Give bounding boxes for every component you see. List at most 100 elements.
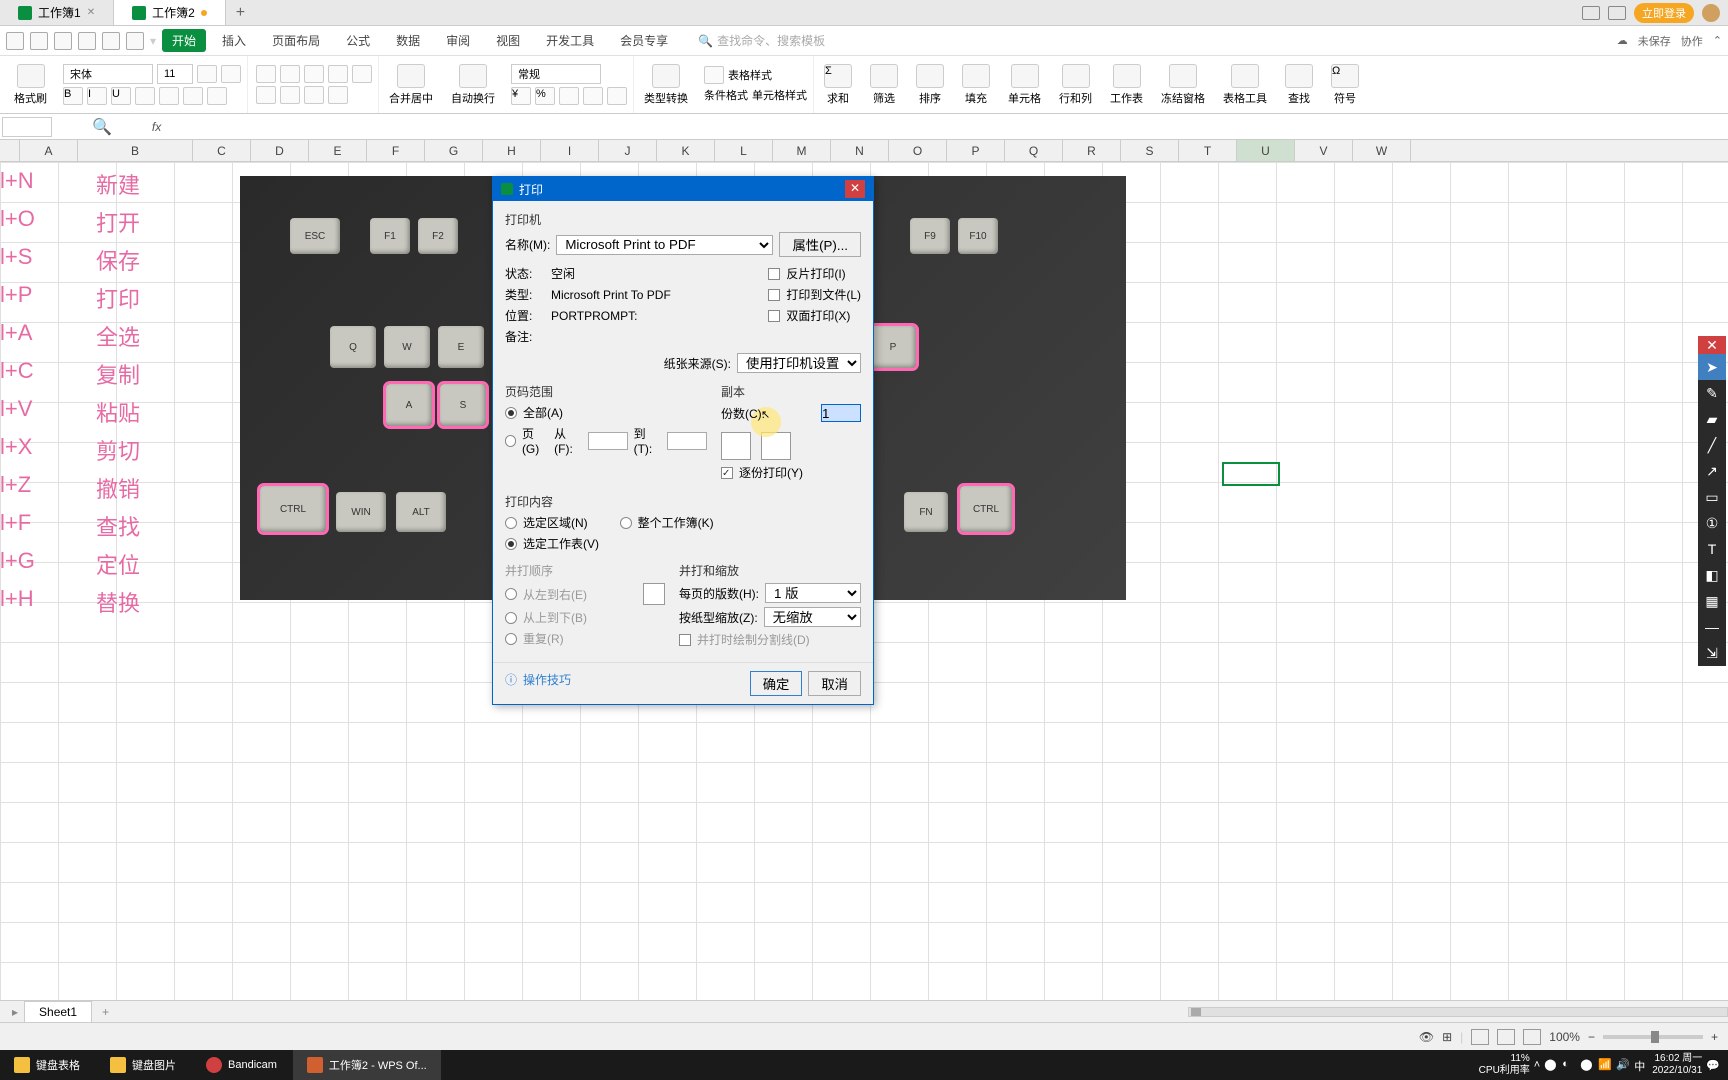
dec-inc-icon[interactable] — [583, 87, 603, 105]
col-L[interactable]: L — [715, 140, 773, 161]
number-icon[interactable]: ① — [1698, 510, 1726, 536]
h-scrollbar[interactable] — [1188, 1007, 1728, 1017]
cell-B11[interactable]: 定位 — [96, 548, 140, 580]
doc-tab-1[interactable]: 工作簿1✕ — [0, 0, 114, 25]
pen-icon[interactable]: ✎ — [1698, 380, 1726, 406]
rect-icon[interactable]: ▭ — [1698, 484, 1726, 510]
col-V[interactable]: V — [1295, 140, 1353, 161]
tab-insert[interactable]: 插入 — [212, 29, 256, 52]
from-input[interactable] — [588, 432, 628, 450]
dialog-titlebar[interactable]: 打印 ✕ — [493, 177, 873, 201]
cell-A7[interactable]: l+V — [0, 396, 32, 422]
source-select[interactable]: 使用打印机设置 — [737, 353, 861, 373]
merge-button[interactable]: 合并居中 — [381, 64, 441, 106]
cell-B5[interactable]: 全选 — [96, 320, 140, 352]
properties-button[interactable]: 属性(P)... — [779, 232, 861, 257]
col-N[interactable]: N — [831, 140, 889, 161]
grid-icon[interactable]: ⊞ — [1442, 1030, 1452, 1044]
fill-button[interactable]: 填充 — [954, 64, 998, 106]
find-button[interactable]: 查找 — [1277, 64, 1321, 106]
tray-icon[interactable]: ⬤ — [1580, 1058, 1594, 1072]
redo-icon[interactable] — [126, 32, 144, 50]
task-item-2[interactable]: 键盘图片 — [96, 1050, 190, 1080]
grid-icon[interactable] — [1608, 6, 1626, 20]
col-B[interactable]: B — [78, 140, 193, 161]
wrap-button[interactable]: 自动换行 — [443, 64, 503, 106]
zoom-in-icon[interactable]: + — [1711, 1030, 1718, 1044]
cell-B9[interactable]: 撤销 — [96, 472, 140, 504]
cell-B3[interactable]: 保存 — [96, 244, 140, 276]
col-J[interactable]: J — [599, 140, 657, 161]
col-F[interactable]: F — [367, 140, 425, 161]
info-icon[interactable]: ⓘ — [505, 671, 517, 696]
col-Q[interactable]: Q — [1005, 140, 1063, 161]
cell-A9[interactable]: l+Z — [0, 472, 31, 498]
perpage-select[interactable]: 1 版 — [765, 583, 861, 603]
avatar[interactable] — [1702, 4, 1720, 22]
whole-radio[interactable] — [620, 517, 632, 529]
cell-B10[interactable]: 查找 — [96, 510, 140, 542]
pointer-icon[interactable]: ➤ — [1698, 354, 1726, 380]
cell-A3[interactable]: l+S — [0, 244, 32, 270]
cloud-icon[interactable]: ☁ — [1617, 34, 1628, 47]
col-P[interactable]: P — [947, 140, 1005, 161]
align-center-icon[interactable] — [280, 86, 300, 104]
comma-icon[interactable] — [559, 87, 579, 105]
tips-link[interactable]: 操作技巧 — [523, 671, 571, 696]
sheet-nav-icon[interactable]: ▸ — [6, 1005, 24, 1019]
clock[interactable]: 16:02 周一 2022/10/31 — [1652, 1053, 1702, 1077]
align-mid-icon[interactable] — [280, 65, 300, 83]
sel-radio[interactable] — [505, 517, 517, 529]
font-color-icon[interactable] — [183, 87, 203, 105]
cell-B8[interactable]: 剪切 — [96, 434, 140, 466]
close-icon[interactable]: ✕ — [87, 7, 95, 18]
tray-up-icon[interactable]: ˄ — [1534, 1059, 1540, 1071]
cell-B4[interactable]: 打印 — [96, 282, 140, 314]
page-radio[interactable] — [505, 435, 516, 447]
close-icon[interactable]: ✕ — [845, 180, 865, 198]
name-box[interactable] — [2, 117, 52, 137]
tray-icon[interactable]: ◐ — [1562, 1058, 1576, 1072]
cpu-widget[interactable]: 11%CPU利用率 — [1479, 1053, 1530, 1077]
tofile-checkbox[interactable] — [768, 289, 780, 301]
cell-A10[interactable]: l+F — [0, 510, 31, 536]
panel-icon[interactable] — [1582, 6, 1600, 20]
cell-A6[interactable]: l+C — [0, 358, 34, 384]
doc-tab-2[interactable]: 工作簿2 — [114, 0, 226, 25]
symbol-button[interactable]: Ω符号 — [1323, 64, 1367, 106]
command-search[interactable]: 🔍 查找命令、搜索模板 — [698, 32, 825, 49]
tab-formula[interactable]: 公式 — [336, 29, 380, 52]
cell-B2[interactable]: 打开 — [96, 206, 140, 238]
inc-font-icon[interactable] — [197, 65, 217, 83]
currency-icon[interactable]: ¥ — [511, 87, 531, 105]
volume-icon[interactable]: 🔊 — [1616, 1058, 1630, 1072]
type-button[interactable]: 类型转换 — [636, 64, 696, 106]
sheet-tab[interactable]: Sheet1 — [24, 1001, 92, 1022]
close-icon[interactable]: ✕ — [1698, 336, 1726, 354]
sheet-button[interactable]: 工作表 — [1102, 64, 1151, 106]
sort-button[interactable]: 排序 — [908, 64, 952, 106]
notification-icon[interactable]: 💬 — [1706, 1059, 1720, 1072]
line-icon[interactable]: ╱ — [1698, 432, 1726, 458]
cell-A5[interactable]: l+A — [0, 320, 32, 346]
fx-icon[interactable]: fx — [152, 120, 161, 134]
filter-button[interactable]: 筛选 — [862, 64, 906, 106]
print-icon[interactable] — [54, 32, 72, 50]
col-K[interactable]: K — [657, 140, 715, 161]
eye-icon[interactable]: 👁 — [1419, 1030, 1434, 1044]
tab-start[interactable]: 开始 — [162, 29, 206, 52]
table-icon[interactable] — [704, 66, 724, 84]
cell-A11[interactable]: l+G — [0, 548, 35, 574]
col-E[interactable]: E — [309, 140, 367, 161]
ime-icon[interactable]: 中 — [1634, 1058, 1648, 1072]
cell-A4[interactable]: l+P — [0, 282, 32, 308]
cell-A2[interactable]: l+O — [0, 206, 35, 232]
cell-A8[interactable]: l+X — [0, 434, 32, 460]
copies-input[interactable] — [821, 404, 861, 422]
fill-color-icon[interactable] — [159, 87, 179, 105]
percent-icon[interactable]: % — [535, 87, 555, 105]
task-item-3[interactable]: Bandicam — [192, 1050, 291, 1080]
tablestyle-label[interactable]: 表格样式 — [728, 67, 772, 83]
ok-button[interactable]: 确定 — [750, 671, 803, 696]
col-U[interactable]: U — [1237, 140, 1295, 161]
